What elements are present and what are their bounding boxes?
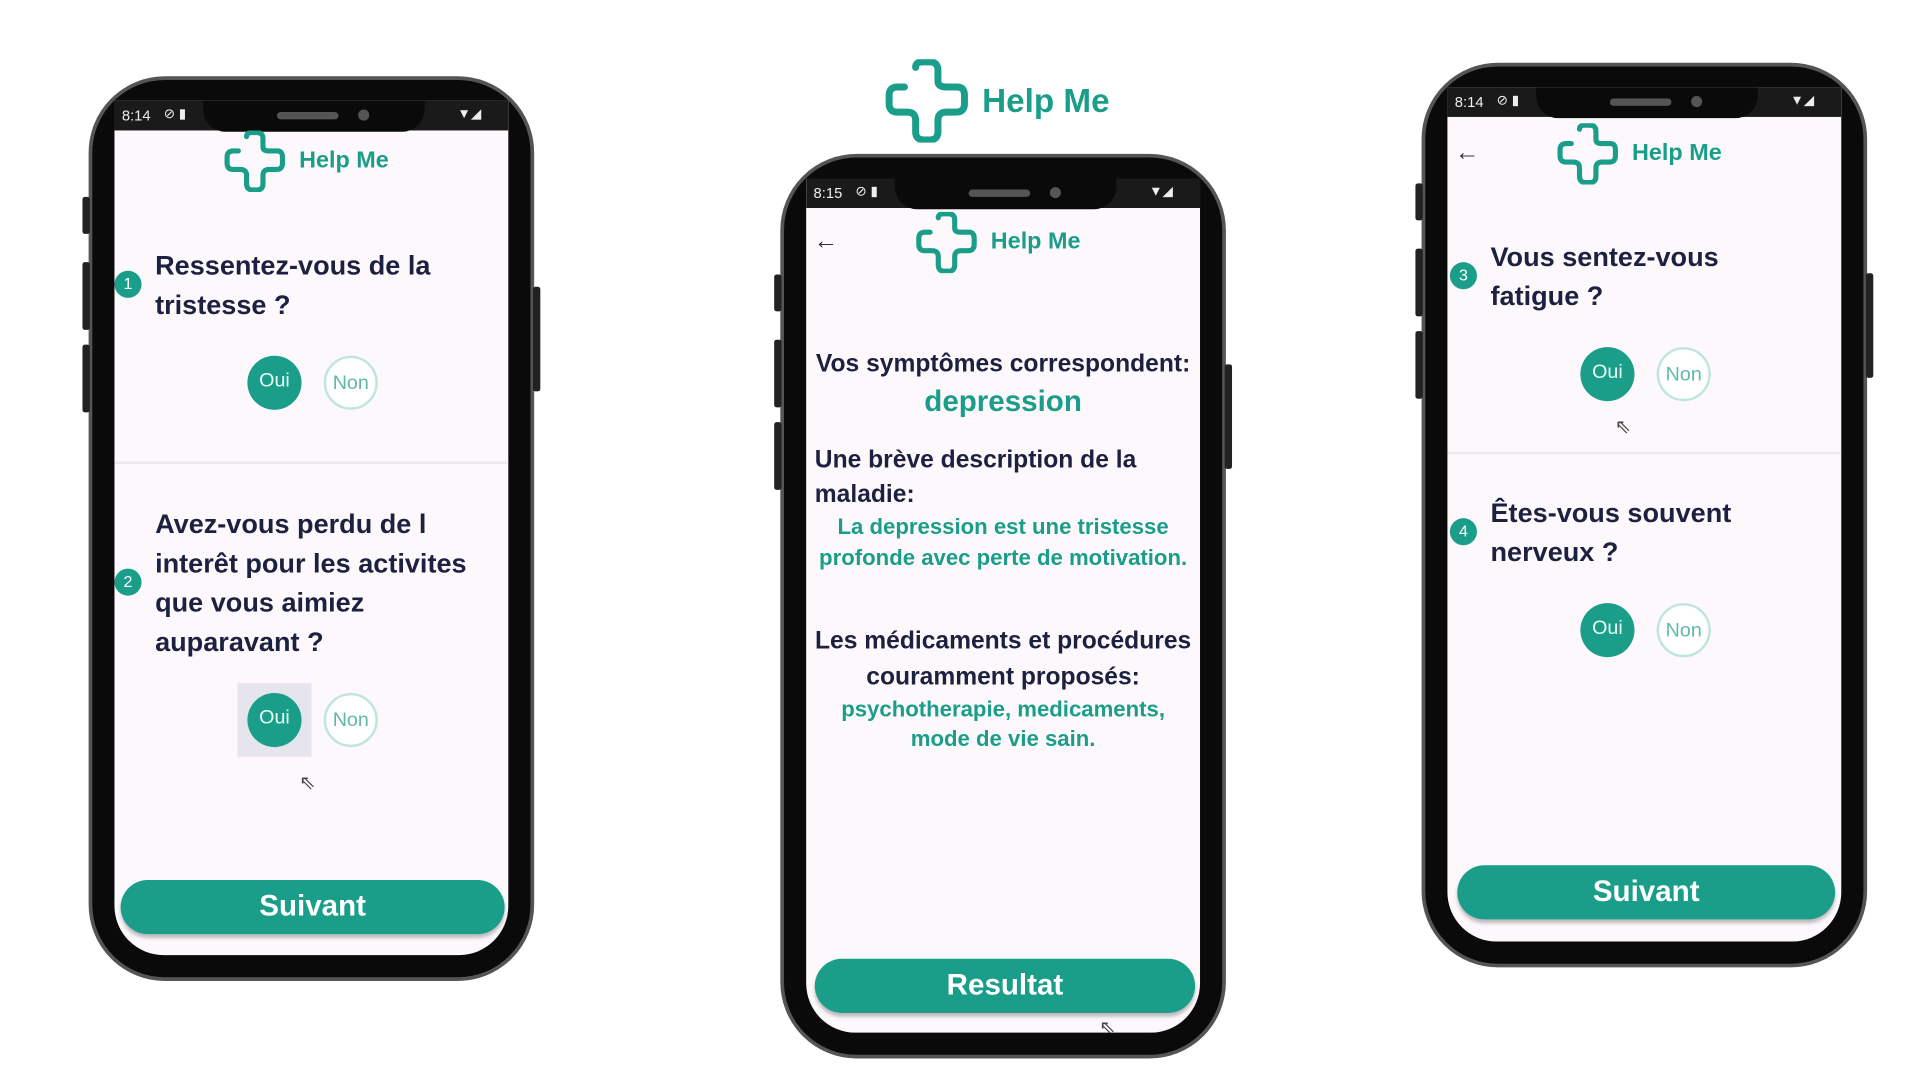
yes-button[interactable]: Oui bbox=[1580, 603, 1635, 658]
phone-side-button bbox=[1224, 364, 1233, 469]
question-text: Vous sentez-vous fatigue ? bbox=[1490, 241, 1719, 312]
brand-name: Help Me bbox=[990, 228, 1081, 255]
question-number-badge: 1 bbox=[114, 270, 142, 298]
wifi-signal-icon: ▼◢ bbox=[1790, 93, 1815, 109]
description-label: Une brève description de la bbox=[814, 446, 1137, 474]
mouse-cursor-icon: ⇖ bbox=[299, 772, 316, 794]
wifi-signal-icon: ▼◢ bbox=[1149, 184, 1173, 200]
status-icons: ⊘ ▮ bbox=[163, 107, 187, 122]
phone-notch bbox=[894, 178, 1117, 210]
app-logo: Help Me bbox=[1556, 123, 1722, 185]
phone-notch bbox=[203, 100, 425, 132]
phone-side-button bbox=[1865, 273, 1874, 378]
mouse-cursor-icon: ⇖ bbox=[1614, 417, 1632, 439]
back-arrow-icon[interactable]: ← bbox=[1455, 139, 1480, 167]
phone-screen: 8:14 ⊘ ▮ ▼◢ ← Help Me 3 Vous sentez-vous… bbox=[1447, 87, 1842, 942]
brand-name: Help Me bbox=[1632, 140, 1722, 167]
status-icons: ⊘ ▮ bbox=[855, 184, 878, 200]
status-time: 8:14 bbox=[1454, 93, 1484, 111]
phone-side-button bbox=[774, 274, 782, 312]
divider bbox=[114, 461, 509, 465]
no-button[interactable]: Non bbox=[323, 692, 378, 748]
description-text: profonde avec perte de motivation. bbox=[819, 545, 1188, 570]
treatment-label: Les médicaments et procédures bbox=[814, 627, 1192, 655]
no-button[interactable]: Non bbox=[1656, 347, 1711, 402]
divider bbox=[1447, 451, 1842, 455]
phone-side-button bbox=[82, 344, 90, 413]
phone-notch bbox=[1536, 87, 1758, 119]
treatment-text: mode de vie sain. bbox=[910, 726, 1096, 751]
phone-side-button bbox=[774, 339, 782, 408]
question-text: Ressentez-vous de la tristesse ? bbox=[155, 249, 431, 321]
question-text: Avez-vous perdu de l interêt pour les ac… bbox=[155, 508, 467, 658]
status-time: 8:14 bbox=[121, 107, 151, 125]
next-button[interactable]: Suivant bbox=[120, 880, 505, 935]
phone-screen: 8:15 ⊘ ▮ ▼◢ ← Help Me Vos symptômes corr… bbox=[806, 178, 1201, 1033]
medical-cross-icon bbox=[1556, 123, 1620, 185]
result-button[interactable]: Resultat bbox=[814, 958, 1196, 1013]
match-label: Vos symptômes correspondent: bbox=[815, 350, 1191, 378]
question-number-badge: 3 bbox=[1449, 262, 1477, 290]
status-time: 8:15 bbox=[813, 184, 843, 202]
status-icons: ⊘ ▮ bbox=[1496, 93, 1520, 109]
phone-side-button bbox=[1415, 183, 1423, 221]
description-text: La depression est une tristesse bbox=[837, 514, 1169, 540]
phone-mockup-questions-3-4: 8:14 ⊘ ▮ ▼◢ ← Help Me 3 Vous sentez-vous… bbox=[1415, 62, 1874, 968]
medical-cross-icon bbox=[914, 212, 978, 274]
phone-side-button bbox=[1415, 248, 1423, 317]
mouse-cursor-icon: ⇖ bbox=[1099, 1017, 1116, 1033]
phone-side-button bbox=[82, 196, 90, 234]
treatment-text: psychotherapie, medicaments, bbox=[841, 696, 1166, 722]
phone-side-button bbox=[82, 262, 90, 330]
yes-button[interactable]: Oui bbox=[247, 692, 302, 748]
app-logo: Help Me bbox=[914, 212, 1080, 274]
next-button[interactable]: Suivant bbox=[1457, 865, 1836, 920]
question-number-badge: 4 bbox=[1449, 518, 1477, 546]
medical-cross-icon bbox=[884, 59, 970, 143]
phone-mockup-questions-1-2: 8:14 ⊘ ▮ ▼◢ Help Me 1 Ressentez-vous de … bbox=[82, 76, 541, 981]
brand-name: Help Me bbox=[299, 147, 389, 174]
phone-side-button bbox=[1415, 331, 1423, 399]
brand-name: Help Me bbox=[982, 81, 1110, 119]
medical-cross-icon bbox=[223, 130, 287, 192]
yes-button[interactable]: Oui bbox=[247, 355, 302, 410]
back-arrow-icon[interactable]: ← bbox=[814, 228, 839, 256]
no-button[interactable]: Non bbox=[323, 355, 378, 410]
app-logo-header: Help Me bbox=[884, 59, 1110, 143]
question-text: Êtes-vous souvent nerveux ? bbox=[1490, 497, 1732, 568]
description-label: maladie: bbox=[814, 481, 915, 509]
phone-mockup-result: 8:15 ⊘ ▮ ▼◢ ← Help Me Vos symptômes corr… bbox=[774, 153, 1233, 1059]
phone-side-button bbox=[532, 286, 541, 392]
phone-side-button bbox=[774, 422, 782, 490]
question-number-badge: 2 bbox=[114, 568, 142, 596]
wifi-signal-icon: ▼◢ bbox=[457, 107, 482, 122]
diagnosis-text: depression bbox=[924, 385, 1082, 419]
no-button[interactable]: Non bbox=[1656, 603, 1711, 658]
treatment-label: couramment proposés: bbox=[866, 663, 1140, 691]
app-logo: Help Me bbox=[223, 130, 389, 192]
yes-button[interactable]: Oui bbox=[1580, 347, 1635, 402]
phone-screen: 8:14 ⊘ ▮ ▼◢ Help Me 1 Ressentez-vous de … bbox=[114, 100, 509, 956]
